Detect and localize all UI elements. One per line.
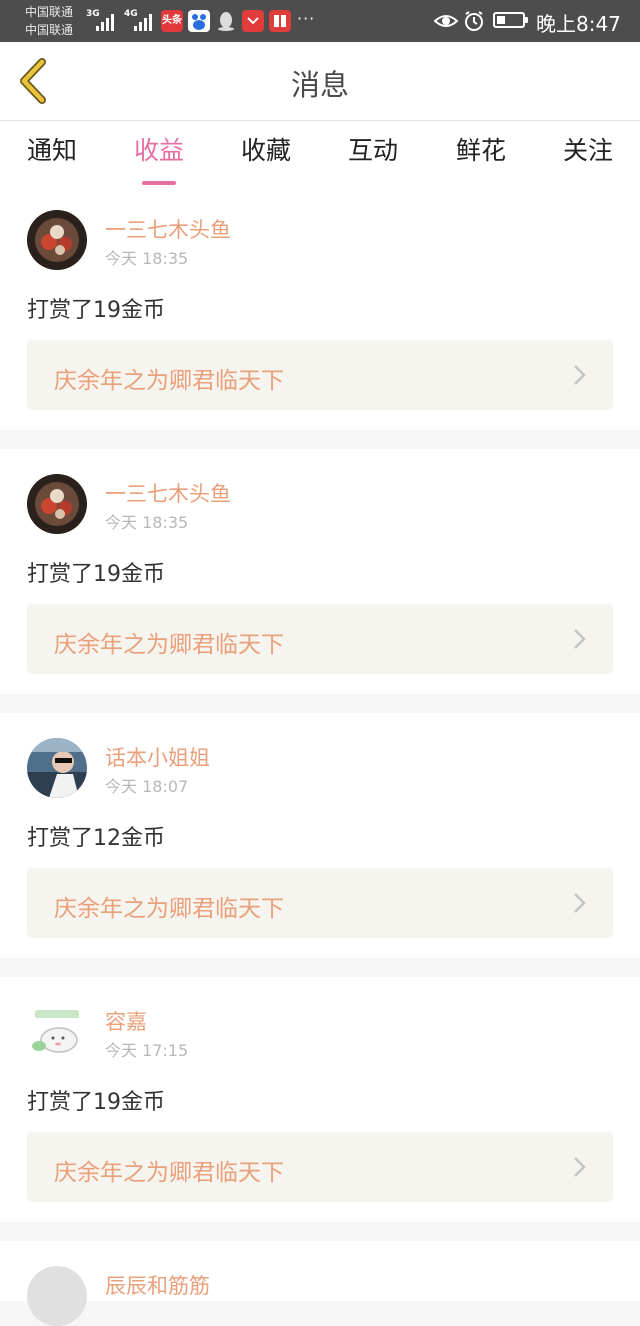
book-title: 庆余年之为卿君临天下	[54, 632, 284, 658]
user-name[interactable]: 话本小姐姐	[105, 742, 210, 772]
avatar[interactable]	[27, 1266, 87, 1326]
qq-icon	[215, 10, 237, 32]
reader-icon	[269, 10, 291, 32]
message-time: 今天 18:07	[105, 777, 189, 796]
message-time: 今天 17:15	[105, 1041, 189, 1060]
network-type-1: 3G	[86, 9, 100, 19]
book-link[interactable]: 庆余年之为卿君临天下	[27, 868, 613, 938]
chevron-right-icon	[574, 629, 586, 649]
tab-notifications[interactable]: 通知	[2, 131, 102, 167]
reward-text: 打赏了19金币	[27, 1090, 165, 1115]
book-link[interactable]: 庆余年之为卿君临天下	[27, 1132, 613, 1202]
book-link[interactable]: 庆余年之为卿君临天下	[27, 604, 613, 674]
huawei-icon	[242, 10, 264, 32]
reward-text: 打赏了19金币	[27, 562, 165, 587]
fish-avatar[interactable]	[27, 474, 87, 534]
tab-label: 关注	[562, 136, 613, 165]
chevron-right-icon	[574, 1157, 586, 1177]
car-avatar[interactable]	[27, 738, 87, 798]
tab-label: 收藏	[240, 136, 291, 165]
eye-icon	[434, 15, 458, 27]
carrier-labels: 中国联通 中国联通	[25, 3, 73, 39]
tab-flowers[interactable]: 鲜花	[431, 131, 531, 167]
fish-avatar[interactable]	[27, 210, 87, 270]
toutiao-icon: 头条	[161, 10, 183, 32]
message-card: 辰辰和筋筋	[0, 1241, 640, 1326]
alarm-icon	[465, 11, 483, 31]
battery-icon	[493, 12, 528, 28]
message-time: 今天 18:35	[105, 513, 189, 532]
status-bar: 中国联通 中国联通 3G 4G 头条 ··· 晚上8:47	[0, 0, 640, 42]
chevron-right-icon	[574, 893, 586, 913]
tab-label: 鲜花	[455, 136, 506, 165]
book-title: 庆余年之为卿君临天下	[54, 368, 284, 394]
carrier-2: 中国联通	[25, 23, 74, 37]
user-name[interactable]: 一三七木头鱼	[105, 478, 231, 508]
tab-bar: 通知 收益 收藏 互动 鲜花 关注	[0, 121, 640, 185]
tab-following[interactable]: 关注	[538, 131, 638, 167]
message-list: 一三七木头鱼 今天 18:35 打赏了19金币 庆余年之为卿君临天下 一三七木头…	[0, 185, 640, 1326]
nav-header: 消息	[0, 42, 640, 121]
user-name[interactable]: 一三七木头鱼	[105, 214, 231, 244]
tab-interactions[interactable]: 互动	[323, 131, 423, 167]
network-type-2: 4G	[124, 9, 138, 19]
page-title: 消息	[290, 68, 349, 102]
reward-text: 打赏了19金币	[27, 298, 165, 323]
tab-label: 收益	[133, 136, 184, 165]
book-title: 庆余年之为卿君临天下	[54, 1160, 284, 1186]
sheep-avatar[interactable]	[27, 1002, 87, 1062]
book-title: 庆余年之为卿君临天下	[54, 896, 284, 922]
tab-label: 互动	[347, 136, 398, 165]
message-time: 今天 18:35	[105, 249, 189, 268]
user-name[interactable]: 容嘉	[105, 1006, 147, 1036]
user-name[interactable]: 辰辰和筋筋	[105, 1270, 210, 1300]
tab-label: 通知	[26, 136, 77, 165]
carrier-1: 中国联通	[25, 5, 74, 19]
tab-favorites[interactable]: 收藏	[216, 131, 316, 167]
message-card: 一三七木头鱼 今天 18:35 打赏了19金币 庆余年之为卿君临天下	[0, 185, 640, 430]
book-link[interactable]: 庆余年之为卿君临天下	[27, 340, 613, 410]
status-time: 晚上8:47	[536, 12, 621, 36]
message-card: 话本小姐姐 今天 18:07 打赏了12金币 庆余年之为卿君临天下	[0, 713, 640, 958]
baidu-icon	[188, 10, 210, 32]
chevron-right-icon	[574, 365, 586, 385]
reward-text: 打赏了12金币	[27, 826, 165, 851]
message-card: 容嘉 今天 17:15 打赏了19金币 庆余年之为卿君临天下	[0, 977, 640, 1222]
tab-earnings[interactable]: 收益	[109, 131, 209, 185]
more-notifications-icon: ···	[297, 9, 316, 28]
message-card: 一三七木头鱼 今天 18:35 打赏了19金币 庆余年之为卿君临天下	[0, 449, 640, 694]
